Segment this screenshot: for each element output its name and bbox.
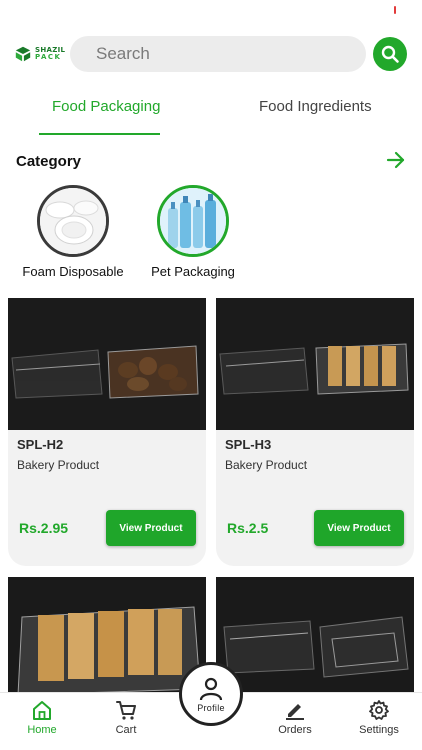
nav-home[interactable]: Home xyxy=(7,699,77,736)
product-price: Rs.2.5 xyxy=(227,520,269,536)
pet-packaging-image xyxy=(157,185,229,257)
product-category: Bakery Product xyxy=(17,458,100,472)
pencil-icon xyxy=(286,704,304,720)
nav-orders-label: Orders xyxy=(278,724,312,736)
header: SHAZIL PACK Search xyxy=(0,34,422,74)
profile-button[interactable]: Profile xyxy=(179,662,243,726)
logo-line2: PACK xyxy=(35,53,62,61)
search-button[interactable] xyxy=(373,37,407,71)
tab-food-packaging[interactable]: Food Packaging xyxy=(52,98,160,115)
search-icon xyxy=(381,45,399,63)
nav-orders[interactable]: Orders xyxy=(260,699,330,736)
category-foam-disposable[interactable]: Foam Disposable xyxy=(16,185,130,279)
product-price: Rs.2.95 xyxy=(19,520,69,536)
product-sku: SPL-H2 xyxy=(17,437,64,452)
profile-label: Profile xyxy=(197,702,225,713)
status-bar xyxy=(0,0,422,22)
home-icon xyxy=(33,701,51,720)
nav-home-label: Home xyxy=(27,724,57,736)
cart-icon xyxy=(116,701,136,720)
product-card[interactable]: SPL-H3 Bakery Product Rs.2.5 View Produc… xyxy=(216,298,414,566)
active-tab-indicator xyxy=(39,133,160,135)
product-category: Bakery Product xyxy=(225,458,308,472)
brand-logo: SHAZIL PACK xyxy=(14,42,66,66)
search-placeholder: Search xyxy=(96,44,150,63)
product-sku: SPL-H3 xyxy=(225,437,272,452)
status-indicator xyxy=(394,6,396,14)
category-label: Pet Packaging xyxy=(151,264,235,279)
nav-cart-label: Cart xyxy=(115,724,137,736)
category-title: Category xyxy=(16,153,82,170)
category-label: Foam Disposable xyxy=(22,264,124,279)
user-icon xyxy=(199,677,223,700)
logo-icon xyxy=(15,46,31,62)
arrow-right-icon[interactable] xyxy=(386,150,406,170)
view-product-button[interactable]: View Product xyxy=(314,510,404,546)
nav-settings[interactable]: Settings xyxy=(344,699,414,736)
gear-icon xyxy=(369,700,389,720)
category-header: Category xyxy=(0,150,422,174)
product-image xyxy=(8,298,206,430)
category-tabs: Food Packaging Food Ingredients xyxy=(0,90,422,138)
view-product-button[interactable]: View Product xyxy=(106,510,196,546)
category-pet-packaging[interactable]: Pet Packaging xyxy=(142,185,244,279)
foam-disposable-image xyxy=(37,185,109,257)
search-input[interactable]: Search xyxy=(70,36,366,72)
nav-settings-label: Settings xyxy=(359,724,399,736)
tab-food-ingredients[interactable]: Food Ingredients xyxy=(259,98,372,115)
product-image xyxy=(216,298,414,430)
product-card[interactable]: SPL-H2 Bakery Product Rs.2.95 View Produ… xyxy=(8,298,206,566)
nav-cart[interactable]: Cart xyxy=(91,699,161,736)
